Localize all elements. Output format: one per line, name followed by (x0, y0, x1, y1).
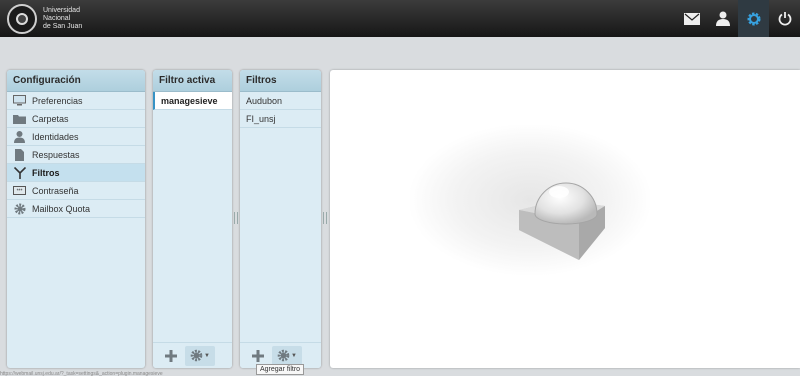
brand-line-1: Universidad (43, 7, 80, 14)
filter-set-list: managesieve (153, 92, 232, 110)
filter-actions-button[interactable]: ▼ (272, 345, 302, 366)
section-identities[interactable]: Identidades (7, 128, 145, 146)
contacts-icon (715, 11, 730, 26)
gear-icon (13, 203, 26, 215)
person-icon (13, 130, 26, 143)
add-filter-set-button[interactable] (157, 346, 185, 366)
filter-sets-footer: ▼ (153, 342, 232, 368)
filter-icon (13, 166, 26, 179)
folder-icon (13, 113, 26, 125)
filters-panel: Filtros Audubon FI_unsj ▼ (240, 70, 321, 368)
filter-set-actions-button[interactable]: ▼ (185, 345, 215, 366)
add-filter-tooltip: Agregar filtro (256, 364, 305, 375)
gear-icon (190, 349, 203, 362)
brand-text: Universidad Nacional de San Juan (43, 7, 113, 31)
add-filter-button[interactable] (244, 346, 272, 366)
section-label: Identidades (32, 131, 79, 142)
section-label: Preferencias (32, 95, 83, 106)
mail-button[interactable] (676, 0, 707, 37)
svg-text:***: *** (17, 189, 23, 195)
filter-label: FI_unsj (246, 113, 276, 124)
brand-line-2: Nacional (43, 15, 71, 22)
filter-sets-title: Filtro activa (153, 70, 232, 92)
section-password[interactable]: *** Contraseña (7, 182, 145, 200)
section-label: Filtros (32, 167, 60, 178)
chevron-down-icon: ▼ (204, 352, 210, 359)
plus-icon (165, 349, 177, 362)
section-label: Mailbox Quota (32, 203, 91, 214)
section-folders[interactable]: Carpetas (7, 110, 145, 128)
contacts-button[interactable] (707, 0, 738, 37)
panel-resize-handle[interactable] (323, 212, 327, 224)
section-filters[interactable]: Filtros (7, 164, 145, 182)
plus-icon (252, 349, 264, 362)
top-bar: Universidad Nacional de San Juan (0, 0, 800, 37)
settings-button[interactable] (738, 0, 769, 37)
filter-item[interactable]: Audubon (240, 92, 321, 110)
chevron-down-icon: ▼ (291, 352, 297, 359)
settings-section-list: Preferencias Carpetas Identidades Respue… (7, 92, 145, 218)
settings-panel-title: Configuración (7, 70, 145, 92)
password-icon: *** (13, 185, 26, 197)
logo-emblem (16, 13, 28, 25)
logout-button[interactable] (769, 0, 800, 37)
panel-resize-handle[interactable] (234, 212, 238, 224)
top-nav (676, 0, 800, 37)
section-preferences[interactable]: Preferencias (7, 92, 145, 110)
gear-icon (277, 349, 290, 362)
mail-icon (683, 12, 700, 25)
brand-line-3: de San Juan (43, 23, 83, 30)
filters-title: Filtros (240, 70, 321, 92)
roundcube-watermark-icon (519, 182, 605, 260)
filter-set-label: managesieve (161, 95, 218, 106)
filter-sets-panel: Filtro activa managesieve ▼ (153, 70, 232, 368)
document-icon (13, 148, 26, 161)
filter-content-frame (330, 70, 800, 368)
university-logo[interactable] (7, 4, 37, 34)
filter-item[interactable]: FI_unsj (240, 110, 321, 128)
filter-set-item[interactable]: managesieve (153, 92, 232, 110)
power-icon (778, 12, 791, 26)
section-label: Respuestas (32, 149, 80, 160)
settings-icon (747, 12, 760, 25)
settings-sections-panel: Configuración Preferencias Carpetas Iden… (7, 70, 145, 368)
section-mailbox-quota[interactable]: Mailbox Quota (7, 200, 145, 218)
filter-label: Audubon (246, 95, 283, 106)
section-label: Contraseña (32, 185, 79, 196)
status-bar-url: https://webmail.unsj.edu.ar/?_task=setti… (0, 371, 163, 376)
filter-list: Audubon FI_unsj (240, 92, 321, 128)
section-responses[interactable]: Respuestas (7, 146, 145, 164)
section-label: Carpetas (32, 113, 69, 124)
monitor-icon (13, 95, 26, 107)
